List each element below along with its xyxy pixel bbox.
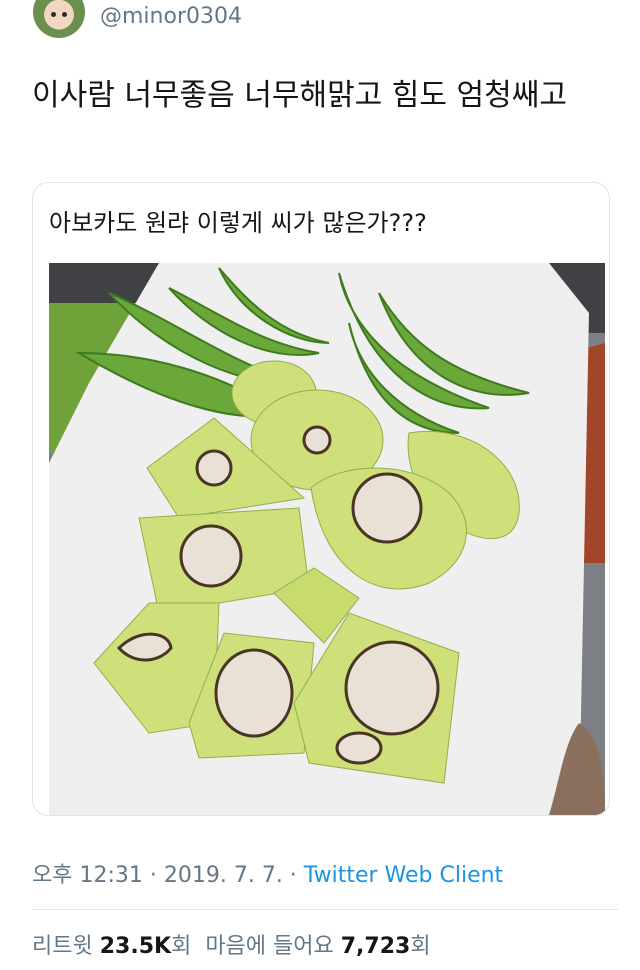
quoted-tweet-card[interactable]: 아보카도 원랴 이렇게 씨가 많은가???	[32, 182, 610, 816]
avatar-eye	[62, 12, 67, 17]
tweet-header: @minor0304	[0, 0, 640, 50]
likes-unit: 회	[410, 934, 431, 959]
avocado-seed-small	[302, 425, 332, 455]
avatar-eye	[51, 12, 56, 17]
avocado-seed	[214, 648, 294, 738]
meta-separator: ·	[142, 863, 164, 888]
avatar[interactable]	[33, 0, 85, 38]
tweet-stats: 리트윗 23.5K회 마음에 들어요 7,723회	[32, 928, 431, 960]
avocado-photo[interactable]	[49, 263, 605, 815]
tweet-client-link[interactable]: Twitter Web Client	[304, 863, 503, 888]
likes-label: 마음에 들어요	[205, 934, 334, 959]
avocado-seed-large	[344, 640, 440, 736]
likes-count[interactable]: 7,723	[341, 934, 411, 959]
meta-separator: ·	[282, 863, 304, 888]
retweets-label: 리트윗	[32, 934, 93, 959]
user-handle[interactable]: @minor0304	[100, 4, 242, 29]
quoted-tweet-text: 아보카도 원랴 이렇게 씨가 많은가???	[49, 209, 427, 237]
retweets-count[interactable]: 23.5K	[100, 934, 171, 959]
avocado-seed	[195, 449, 233, 487]
tweet-date[interactable]: 2019. 7. 7.	[164, 863, 283, 888]
tweet-text: 이사람 너무좋음 너무해맑고 힘도 엄청쌔고	[32, 78, 567, 113]
tweet-meta: 오후 12:31 · 2019. 7. 7. · Twitter Web Cli…	[32, 857, 503, 889]
retweets-unit: 회	[171, 934, 192, 959]
avocado-seed-large	[351, 472, 423, 544]
avocado-seed	[179, 524, 243, 588]
avocado-seed	[335, 731, 383, 765]
tweet-time[interactable]: 오후 12:31	[32, 863, 143, 888]
divider	[32, 909, 618, 910]
